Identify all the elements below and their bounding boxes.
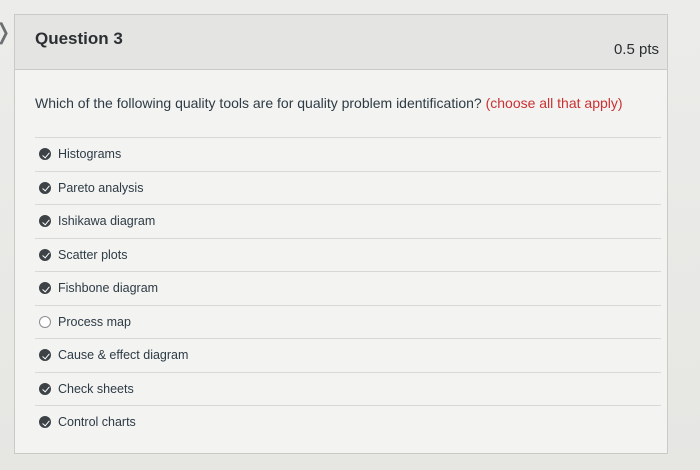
answer-label: Check sheets [58, 381, 134, 396]
checked-checkbox-icon[interactable] [39, 349, 51, 361]
question-points: 0.5 pts [613, 41, 659, 58]
answer-option[interactable]: Pareto analysis [35, 170, 661, 205]
answer-option[interactable]: Control charts [35, 405, 661, 439]
answer-label: Cause & effect diagram [58, 348, 189, 362]
answer-list: Histograms Pareto analysis Ishikawa diag… [35, 137, 661, 439]
checked-checkbox-icon[interactable] [39, 416, 51, 428]
answer-option[interactable]: Histograms [35, 137, 661, 171]
question-prompt: Which of the following quality tools are… [35, 95, 482, 111]
answer-option[interactable]: Process map [35, 304, 661, 339]
answer-label: Ishikawa diagram [58, 214, 156, 228]
checked-checkbox-icon[interactable] [39, 148, 51, 160]
question-text: Which of the following quality tools are… [35, 95, 623, 111]
answer-option[interactable]: Ishikawa diagram [35, 204, 661, 238]
checked-checkbox-icon[interactable] [39, 248, 51, 261]
question-title: Question 3 [35, 29, 123, 48]
answer-option[interactable]: Cause & effect diagram [35, 338, 661, 372]
answer-label: Process map [58, 314, 131, 329]
answer-label: Pareto analysis [58, 180, 144, 195]
unchecked-checkbox-icon[interactable] [39, 315, 51, 328]
answer-label: Fishbone diagram [58, 281, 159, 295]
question-header: Question 3 0.5 pts [15, 15, 667, 70]
checked-checkbox-icon[interactable] [39, 382, 51, 395]
question-hint: (choose all that apply) [485, 95, 623, 111]
checked-checkbox-icon[interactable] [39, 181, 51, 194]
answer-label: Histograms [58, 147, 122, 161]
answer-option[interactable]: Fishbone diagram [35, 271, 661, 305]
checked-checkbox-icon[interactable] [39, 282, 51, 294]
answer-label: Scatter plots [58, 247, 128, 262]
checked-checkbox-icon[interactable] [39, 215, 51, 227]
answer-label: Control charts [58, 415, 136, 429]
question-card: Question 3 0.5 pts Which of the followin… [14, 14, 668, 454]
answer-option[interactable]: Scatter plots [35, 237, 661, 272]
answer-option[interactable]: Check sheets [35, 371, 661, 406]
chevron-left-icon[interactable]: ❭ [0, 22, 12, 44]
